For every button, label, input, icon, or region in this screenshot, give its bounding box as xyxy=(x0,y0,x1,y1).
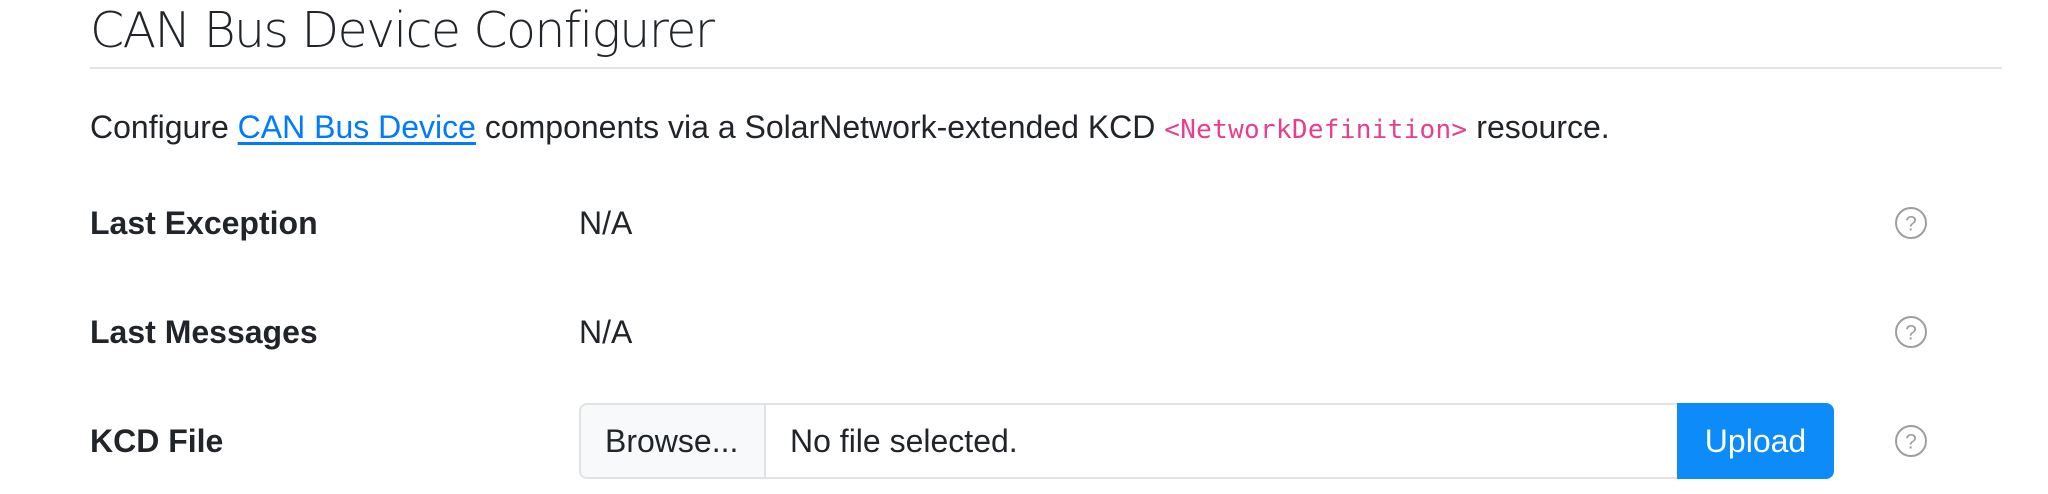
browse-button[interactable]: Browse... xyxy=(581,405,766,477)
page-title: CAN Bus Device Configurer xyxy=(90,2,715,59)
kcd-file-label: KCD File xyxy=(90,423,224,459)
setting-row-last-exception: Last Exception N/A ? xyxy=(90,183,1948,263)
intro-text: Configure CAN Bus Device components via … xyxy=(90,103,1610,154)
kcd-file-input-group: Browse... No file selected. Upload xyxy=(579,403,1834,479)
kcd-file-input[interactable]: Browse... No file selected. xyxy=(579,403,1677,479)
can-bus-device-link[interactable]: CAN Bus Device xyxy=(238,109,476,145)
question-circle-icon[interactable]: ? xyxy=(1894,315,1928,349)
file-status-text: No file selected. xyxy=(790,423,1018,459)
setting-row-last-messages: Last Messages N/A ? xyxy=(90,292,1948,372)
network-definition-code: <NetworkDefinition> xyxy=(1164,115,1468,145)
question-circle-icon[interactable]: ? xyxy=(1894,206,1928,240)
svg-text:?: ? xyxy=(1905,431,1917,454)
last-messages-value: N/A xyxy=(579,314,633,350)
intro-suffix: resource. xyxy=(1467,109,1610,145)
svg-text:?: ? xyxy=(1905,213,1917,236)
title-divider xyxy=(90,67,2002,69)
svg-text:?: ? xyxy=(1905,322,1917,345)
intro-middle: components via a SolarNetwork-extended K… xyxy=(475,109,1165,145)
last-exception-label: Last Exception xyxy=(90,205,318,241)
question-circle-icon[interactable]: ? xyxy=(1894,424,1928,458)
upload-button[interactable]: Upload xyxy=(1677,403,1834,479)
setting-row-kcd-file: KCD File Browse... No file selected. Upl… xyxy=(90,401,1948,481)
intro-prefix: Configure xyxy=(90,109,238,145)
last-messages-label: Last Messages xyxy=(90,314,318,350)
last-exception-value: N/A xyxy=(579,205,633,241)
